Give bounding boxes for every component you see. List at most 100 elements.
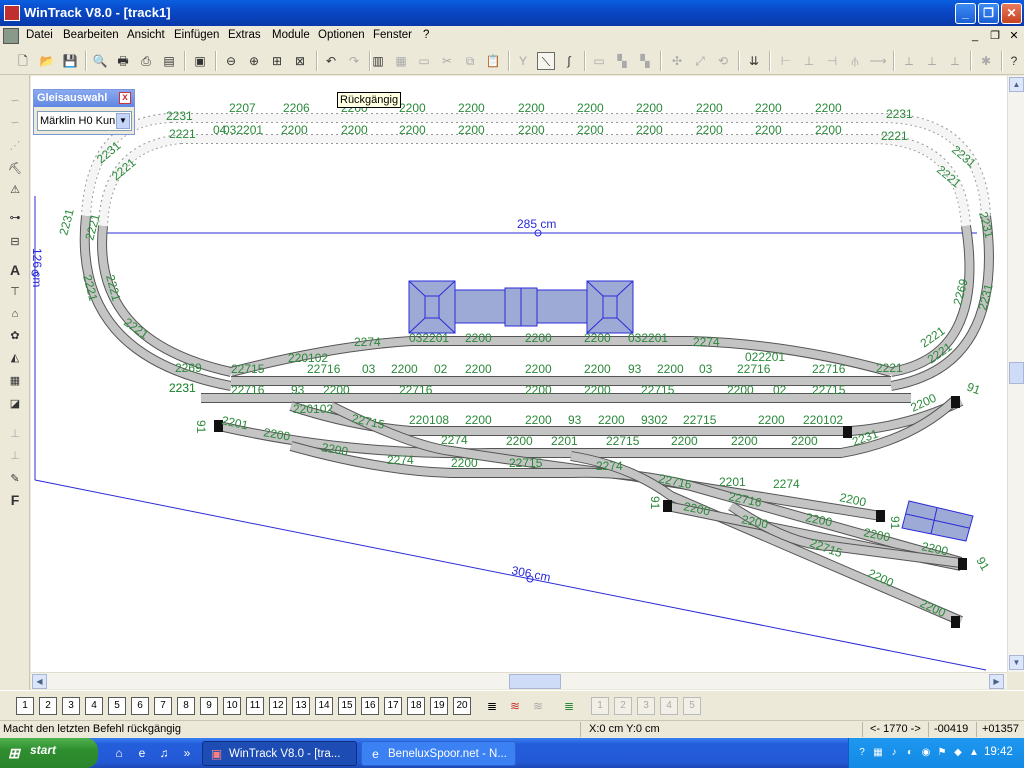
scroll-left-icon[interactable]: ◀ — [32, 674, 47, 689]
landscape-icon[interactable]: ▣ — [191, 52, 209, 70]
paste-icon[interactable]: 📋 — [484, 52, 502, 70]
print-preview-icon[interactable]: 🔍 — [91, 52, 109, 70]
context-help-icon[interactable]: ? — [1005, 52, 1023, 70]
redo-icon[interactable]: ↷ — [345, 52, 363, 70]
menu-extras[interactable]: Extras — [228, 29, 261, 41]
track-system-select[interactable]: Märklin H0 Kun ▼ — [37, 111, 132, 131]
slope-2-icon[interactable]: ⊥ — [5, 447, 25, 465]
table-icon[interactable]: ▦ — [392, 52, 410, 70]
task-wintrack[interactable]: ▣ WinTrack V8.0 - [tra... — [202, 741, 357, 766]
tray-network-icon[interactable]: ▦ — [871, 746, 885, 760]
layer-button[interactable]: 11 — [246, 697, 264, 715]
horizontal-scroll-thumb[interactable] — [509, 674, 561, 689]
zoom-fit-icon[interactable]: ⊠ — [291, 52, 309, 70]
layer-button[interactable]: 13 — [292, 697, 310, 715]
align-icon-3[interactable]: ⊣ — [823, 52, 841, 70]
rotate-180-icon[interactable]: ⟲ — [714, 52, 732, 70]
layer-button[interactable]: 3 — [62, 697, 80, 715]
save-icon[interactable]: 💾 — [61, 52, 79, 70]
align-icon-5[interactable]: ⟶ — [869, 52, 887, 70]
scroll-down-icon[interactable]: ▼ — [1009, 655, 1024, 670]
flex-track-tool-2-icon[interactable]: ∽ — [5, 114, 25, 132]
new-file-icon[interactable]: 🗋 — [14, 52, 32, 70]
task-beneluxspoor[interactable]: e BeneluxSpoor.net - N... — [361, 741, 516, 766]
menu-fenster[interactable]: Fenster — [373, 29, 412, 41]
layer-button[interactable]: 1 — [16, 697, 34, 715]
zoom-in-icon[interactable]: ⊕ — [245, 52, 263, 70]
platform-icon[interactable]: ⊟ — [5, 233, 25, 251]
text-tool-icon[interactable]: A — [5, 261, 25, 279]
panel-close-icon[interactable]: x — [119, 92, 131, 104]
layer-button[interactable]: 18 — [407, 697, 425, 715]
graph-icon[interactable]: ◪ — [5, 395, 25, 413]
switch-icon[interactable]: Y — [514, 52, 532, 70]
align-icon-1[interactable]: ⊢ — [777, 52, 795, 70]
horizontal-scrollbar[interactable]: ◀ ▶ — [31, 672, 1007, 689]
layer-button[interactable]: 5 — [683, 697, 701, 715]
menu-help[interactable]: ? — [423, 29, 429, 41]
house-icon[interactable]: ⌂ — [5, 305, 25, 323]
layer-green-icon[interactable]: ≣ — [559, 696, 579, 716]
track-joint-icon[interactable]: ⋰ — [5, 137, 25, 155]
document-icon[interactable] — [3, 28, 19, 44]
flex-track-icon[interactable]: ∫ — [560, 52, 578, 70]
page-icon[interactable]: ▤ — [160, 52, 178, 70]
tray-help-icon[interactable]: ? — [855, 746, 869, 760]
vertical-scroll-thumb[interactable] — [1009, 362, 1024, 384]
maximize-button[interactable]: ❐ — [978, 3, 999, 24]
tree-icon[interactable]: ✿ — [5, 327, 25, 345]
layer-button[interactable]: 14 — [315, 697, 333, 715]
layer-button[interactable]: 4 — [85, 697, 103, 715]
copy-icon[interactable]: ⧉ — [461, 52, 479, 70]
landscape-tool-icon[interactable]: ▦ — [5, 372, 25, 390]
layer-red-icon[interactable]: ≋ — [505, 696, 525, 716]
height-icon-3[interactable]: ⟂ — [946, 52, 964, 70]
layer-button[interactable]: 15 — [338, 697, 356, 715]
bridge-icon[interactable]: ⚠ — [5, 181, 25, 199]
vertical-scrollbar[interactable]: ▲ ▼ — [1007, 76, 1024, 672]
slope-icon[interactable]: ⊥ — [5, 425, 25, 443]
start-button[interactable]: ⊞ start — [0, 738, 98, 768]
layer-button[interactable]: 8 — [177, 697, 195, 715]
mdi-restore-button[interactable]: ❐ — [988, 29, 1002, 43]
wintrack-app-icon[interactable] — [4, 5, 20, 21]
menu-datei[interactable]: Datei — [26, 29, 53, 41]
rotate-icon[interactable]: ✣ — [668, 52, 686, 70]
layer-icon-3[interactable]: ▚ — [636, 52, 654, 70]
layer-gray-icon[interactable]: ≋ — [528, 696, 548, 716]
layer-icon-2[interactable]: ▚ — [613, 52, 631, 70]
ruler-icon[interactable]: ⊶ — [5, 209, 25, 227]
tray-sound-icon[interactable]: ◐ — [903, 746, 917, 760]
layer-button[interactable]: 6 — [131, 697, 149, 715]
track-plan-drawing[interactable]: .t { fill: none; stroke: #555; stroke-wi… — [31, 76, 1007, 672]
quicklaunch-explorer-icon[interactable]: ⌂ — [110, 744, 128, 762]
height-icon-2[interactable]: ⟂ — [923, 52, 941, 70]
print-setup-icon[interactable]: ⎙ — [137, 52, 155, 70]
menu-ansicht[interactable]: Ansicht — [127, 29, 165, 41]
track-plan-canvas[interactable]: .t { fill: none; stroke: #555; stroke-wi… — [31, 76, 1007, 672]
tunnel-icon[interactable]: ⛏ — [5, 160, 25, 178]
zoom-window-icon[interactable]: ⊞ — [268, 52, 286, 70]
layer-icon-1[interactable]: ▭ — [590, 52, 608, 70]
menu-module[interactable]: Module — [272, 29, 310, 41]
tray-app-icon[interactable]: ◉ — [919, 746, 933, 760]
layer-button[interactable]: 9 — [200, 697, 218, 715]
pencil-icon[interactable]: ✎ — [5, 470, 25, 488]
close-button[interactable]: ✕ — [1001, 3, 1022, 24]
curve-track-icon[interactable]: ⟍ — [537, 52, 555, 70]
tray-security-icon[interactable]: ⚑ — [935, 746, 949, 760]
layer-button[interactable]: 3 — [637, 697, 655, 715]
layer-button[interactable]: 4 — [660, 697, 678, 715]
layer-stack-icon[interactable]: ≣ — [482, 696, 502, 716]
align-icon-4[interactable]: ⫛ — [846, 52, 864, 70]
move-icon[interactable]: ⤢ — [691, 52, 709, 70]
terrain-icon[interactable]: ◭ — [5, 349, 25, 367]
zoom-out-icon[interactable]: ⊖ — [222, 52, 240, 70]
layer-button[interactable]: 7 — [154, 697, 172, 715]
layer-button[interactable]: 2 — [39, 697, 57, 715]
print-icon[interactable]: 🖶 — [114, 52, 132, 70]
signal-icon[interactable]: ⊤ — [5, 283, 25, 301]
tray-volume-icon[interactable]: ♪ — [887, 746, 901, 760]
undo-icon[interactable]: ↶ — [322, 52, 340, 70]
chevron-down-icon[interactable]: ▼ — [116, 113, 130, 129]
